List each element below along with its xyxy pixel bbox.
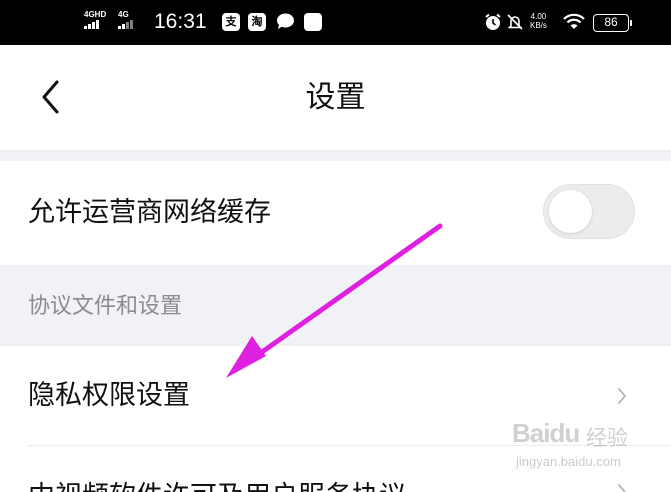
setting-label-license: 中视频软件许可及用户服务协议 [28, 480, 406, 492]
title-bar: 设置 [0, 45, 671, 150]
toggle-knob [549, 190, 592, 233]
setting-label-carrier-cache: 允许运营商网络缓存 [28, 197, 271, 228]
chat-bubble-icon [277, 13, 294, 29]
carrier-cache-toggle[interactable] [543, 184, 635, 239]
watermark-url: jingyan.baidu.com [516, 454, 621, 469]
signal-icon [84, 20, 106, 29]
watermark-brand: Baidu [512, 418, 580, 448]
section-header-agreements: 协议文件和设置 [0, 265, 671, 346]
watermark-suffix: 经验 [586, 426, 628, 450]
status-time: 16:31 [154, 10, 207, 33]
app-square-icon [304, 13, 322, 31]
alarm-icon [485, 13, 501, 30]
network-type-label: 4G [118, 10, 129, 19]
setting-label-privacy: 隐私权限设置 [28, 380, 190, 411]
wifi-icon [563, 13, 585, 29]
network-indicator-4ghd: 4GHD [84, 10, 106, 29]
status-bar: 4GHD 4G 16:31 支 淘 4.00 KB/s 86 [0, 0, 671, 45]
chevron-right-icon [618, 484, 626, 492]
alipay-icon: 支 [222, 13, 240, 31]
chevron-right-icon [618, 388, 626, 404]
network-indicator-4g: 4G [118, 10, 133, 29]
page-title: 设置 [305, 80, 366, 115]
signal-icon [118, 20, 133, 29]
baidu-jingyan-watermark: Baidu 经验 jingyan.baidu.com [512, 418, 642, 478]
mute-icon [507, 14, 523, 30]
section-title: 协议文件和设置 [28, 294, 183, 319]
network-speed-unit: KB/s [530, 21, 547, 30]
section-gap [0, 150, 671, 161]
network-speed-value: 4.00 [530, 12, 547, 21]
network-speed: 4.00 KB/s [530, 12, 547, 30]
taobao-icon: 淘 [248, 13, 266, 31]
battery-icon: 86 [593, 14, 632, 32]
network-type-label: 4GHD [84, 10, 107, 19]
